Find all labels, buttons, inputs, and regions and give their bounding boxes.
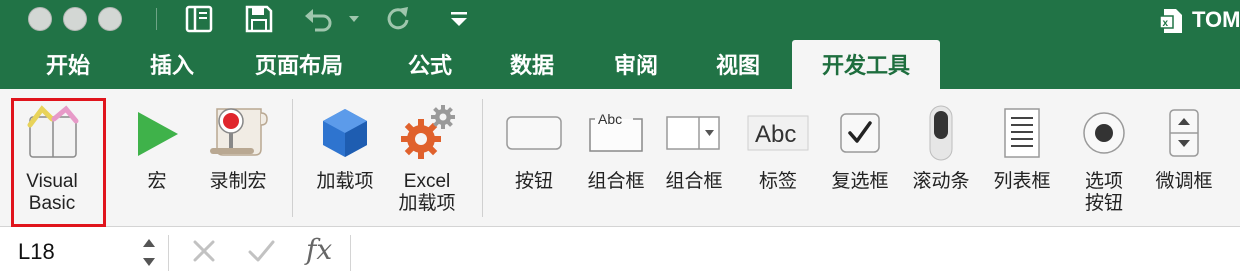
combo-box-label: 组合框 (665, 171, 723, 192)
option-button-label: 选项按钮 (1084, 171, 1123, 214)
scroll-bar-icon (904, 103, 978, 163)
gear-icon (388, 103, 466, 163)
title-bar: x TOM (0, 0, 1240, 40)
group-box-control[interactable]: Abc 组合框 (582, 89, 650, 226)
list-box-label: 列表框 (993, 171, 1051, 192)
zoom-window-button[interactable] (98, 7, 122, 31)
label-control[interactable]: Abc 标签 (744, 89, 812, 226)
option-button-control[interactable]: 选项按钮 (1070, 89, 1138, 226)
button-control[interactable]: 按钮 (500, 89, 568, 226)
cancel-icon[interactable] (190, 236, 218, 271)
spinner-control[interactable]: 微调框 (1146, 89, 1222, 226)
checkbox-icon (822, 103, 898, 163)
tab-data[interactable]: 数据 (490, 40, 574, 89)
combo-box-control[interactable]: 组合框 (660, 89, 728, 226)
label-icon: Abc (744, 103, 812, 163)
undo-icon[interactable] (303, 4, 363, 34)
enter-check-icon[interactable] (246, 236, 276, 271)
play-icon (132, 103, 182, 163)
list-box-icon (984, 103, 1060, 163)
spinner-label: 微调框 (1155, 171, 1213, 192)
visual-basic-highlight-box (11, 98, 106, 227)
insert-function-button[interactable]: fx (306, 233, 332, 266)
excel-document-icon: x (1158, 7, 1186, 40)
ribbon-tab-bar: 开始 插入 页面布局 公式 数据 审阅 视图 开发工具 (0, 40, 1240, 89)
developer-ribbon: Visual Basic 宏 录制宏 加载项 Excel 加载项 按钮 Abc … (0, 89, 1240, 227)
record-macro-label: 录制宏 (209, 171, 267, 192)
minimize-window-button[interactable] (63, 7, 87, 31)
group-divider (292, 99, 293, 217)
group-box-icon-text: Abc (598, 111, 622, 127)
button-icon (500, 103, 568, 163)
formula-bar-divider (350, 235, 351, 271)
formula-bar-divider (168, 235, 169, 271)
macros-label: 宏 (147, 171, 167, 192)
name-box-dropdown[interactable] (141, 235, 157, 276)
button-label: 按钮 (514, 171, 553, 192)
svg-text:x: x (1163, 18, 1169, 29)
titlebar-divider (156, 8, 157, 30)
redo-icon[interactable] (383, 4, 413, 34)
close-window-button[interactable] (28, 7, 52, 31)
excel-addins-label: Excel 加载项 (398, 171, 456, 214)
tab-review[interactable]: 审阅 (594, 40, 678, 89)
document-title: TOM (1192, 7, 1240, 32)
formula-bar: L18 fx (0, 227, 1240, 277)
addins-button[interactable]: 加载项 (306, 89, 384, 226)
group-box-icon: Abc (582, 103, 650, 163)
scroll-bar-control[interactable]: 滚动条 (904, 89, 978, 226)
list-box-control[interactable]: 列表框 (984, 89, 1060, 226)
tab-home[interactable]: 开始 (26, 40, 110, 89)
record-macro-button[interactable]: 录制宏 (204, 89, 272, 226)
label-label: 标签 (758, 171, 797, 192)
record-macro-icon (204, 103, 272, 163)
addins-cube-icon (306, 103, 384, 163)
sidebar-icon[interactable] (184, 4, 214, 34)
spinner-icon (1146, 103, 1222, 163)
label-icon-text: Abc (755, 121, 796, 148)
radio-button-icon (1070, 103, 1138, 163)
group-box-label: 组合框 (587, 171, 645, 192)
save-icon[interactable] (244, 4, 274, 34)
tab-view[interactable]: 视图 (696, 40, 780, 89)
checkbox-control[interactable]: 复选框 (822, 89, 898, 226)
group-divider (482, 99, 483, 217)
tab-developer[interactable]: 开发工具 (792, 40, 940, 89)
scroll-bar-label: 滚动条 (912, 171, 970, 192)
name-box[interactable]: L18 (18, 239, 55, 265)
tab-insert[interactable]: 插入 (130, 40, 214, 89)
addins-label: 加载项 (316, 171, 374, 192)
macros-button[interactable]: 宏 (132, 89, 182, 226)
combo-box-icon (660, 103, 728, 163)
customize-icon[interactable] (447, 4, 471, 34)
excel-addins-button[interactable]: Excel 加载项 (388, 89, 466, 226)
checkbox-label: 复选框 (831, 171, 889, 192)
tab-page-layout[interactable]: 页面布局 (234, 40, 364, 89)
tab-formulas[interactable]: 公式 (388, 40, 472, 89)
